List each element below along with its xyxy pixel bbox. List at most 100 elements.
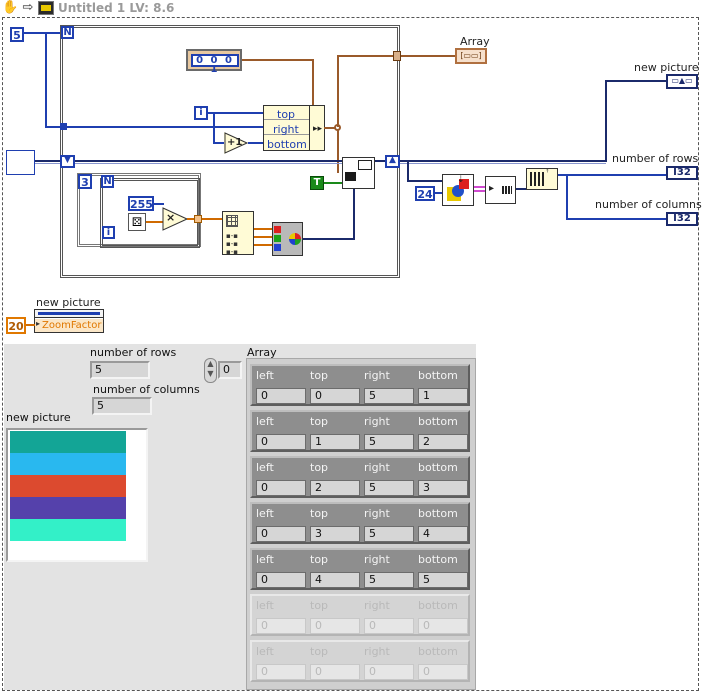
rgb-to-color-node[interactable] (272, 222, 303, 256)
cluster-right-label: right (364, 461, 390, 474)
inner-count-constant[interactable]: 3 (78, 174, 92, 189)
array-indicator-terminal[interactable]: [▭▭] (455, 48, 487, 64)
cluster-right-value: 5 (364, 526, 414, 542)
wire (66, 126, 264, 128)
rows-constant[interactable]: 5 (10, 27, 24, 42)
number-of-columns-terminal-label: number of columns (595, 198, 702, 211)
run-arrow-icon[interactable]: ⇨ (20, 1, 36, 15)
cluster-right-value: 5 (364, 388, 414, 404)
random-number-icon[interactable]: ⚄ (128, 213, 146, 231)
cluster-bottom-label: bottom (418, 369, 458, 382)
wire (605, 80, 667, 82)
wire (187, 218, 223, 220)
bundle-bottom-label: bottom (267, 138, 307, 151)
multiply-label: × (166, 211, 176, 224)
shift-register-right: ▲ (385, 155, 400, 168)
hand-icon[interactable]: ✋ (2, 1, 18, 15)
cluster-top-value: 2 (310, 480, 360, 496)
array-element-cluster: left 0 top 0 right 0 bottom 0 (250, 640, 470, 682)
bundle-right-label: right (273, 123, 299, 136)
cluster-bottom-value: 4 (418, 526, 468, 542)
cluster-right-label: right (364, 415, 390, 428)
picture-stripe (10, 453, 126, 475)
wire (154, 203, 164, 205)
array-size-node[interactable]: ꜛ (526, 168, 558, 190)
boolean-array-constant[interactable]: 0 0 0 1 (186, 49, 242, 75)
window-title: Untitled 1 LV: 8.6 (58, 1, 175, 15)
cluster-bottom-label: bottom (418, 645, 458, 658)
wire (254, 228, 274, 230)
unflatten-pixmap-node[interactable]: ▸ (485, 176, 516, 204)
wire (254, 236, 274, 238)
wire (337, 55, 397, 57)
number-of-rows-terminal-label: number of rows (612, 152, 699, 165)
cluster-top-value: 0 (310, 618, 360, 634)
cluster-left-label: left (256, 461, 274, 474)
picture-stripe (10, 475, 126, 497)
wire (45, 32, 47, 128)
cluster-bottom-label: bottom (418, 599, 458, 612)
cluster-top-value: 0 (310, 664, 360, 680)
cluster-bottom-value: 2 (418, 434, 468, 450)
cluster-left-label: left (256, 507, 274, 520)
zoom-constant[interactable]: 20 (6, 317, 26, 334)
array-element-cluster: left 0 top 1 right 5 bottom 2 (250, 410, 470, 452)
cluster-top-value: 1 (310, 434, 360, 450)
cluster-bottom-label: bottom (418, 415, 458, 428)
cluster-right-label: right (364, 599, 390, 612)
bundle-by-name-node[interactable]: top right bottom (263, 105, 311, 151)
property-node-label: new picture (36, 296, 101, 309)
cluster-left-value: 0 (256, 526, 306, 542)
cluster-left-label: left (256, 553, 274, 566)
cluster-left-value: 0 (256, 480, 306, 496)
wire (566, 174, 568, 220)
wire (312, 59, 314, 109)
bundle-top-label: top (277, 108, 296, 121)
wire (303, 238, 355, 240)
cluster-bottom-label: bottom (418, 507, 458, 520)
array-element-cluster: left 0 top 0 right 0 bottom 0 (250, 594, 470, 636)
wire (248, 142, 264, 144)
wire (208, 112, 264, 114)
new-picture-terminal[interactable]: ▭▲▭ (666, 74, 698, 89)
wire (407, 180, 443, 182)
wire (75, 163, 343, 164)
cluster-top-label: top (310, 415, 329, 428)
cluster-bottom-value: 1 (418, 388, 468, 404)
cluster-bottom-value: 5 (418, 572, 468, 588)
iteration-terminal: i (194, 106, 208, 120)
wire (75, 160, 343, 162)
increment-label: +1 (227, 137, 243, 148)
number-of-columns-indicator: 5 (92, 397, 152, 415)
wire (558, 174, 668, 176)
cluster-top-label: top (310, 369, 329, 382)
true-constant[interactable]: T (310, 176, 324, 190)
color-constant[interactable]: 255 (128, 196, 154, 211)
array-element-cluster: left 0 top 4 right 5 bottom 5 (250, 548, 470, 590)
wire (401, 55, 455, 57)
wire (353, 182, 355, 240)
cluster-right-value: 0 (364, 618, 414, 634)
build-color-array-node[interactable]: ▪-▪ ▪-▪ ▪-▪ (222, 211, 254, 256)
wire (324, 182, 344, 184)
array-index-input[interactable]: 0 (218, 361, 242, 379)
wire (242, 59, 314, 61)
number-of-rows-label: number of rows (90, 346, 177, 359)
size-constant[interactable]: 24 (415, 186, 435, 201)
cluster-left-label: left (256, 599, 274, 612)
cluster-top-label: top (310, 507, 329, 520)
draw-rectangle-node[interactable] (342, 157, 375, 189)
array-index-stepper[interactable]: ▲ ▼ (204, 358, 217, 383)
cluster-left-value: 0 (256, 664, 306, 680)
picture-to-pixmap-node[interactable]: ⇣ (442, 174, 474, 206)
array-terminal-label: Array (460, 35, 490, 48)
number-of-columns-terminal[interactable]: I32 (666, 212, 698, 226)
wire (35, 160, 61, 162)
wire (213, 112, 215, 144)
property-node[interactable]: ▸ ZoomFactor (34, 309, 104, 333)
shift-register-left: ▼ (60, 155, 75, 168)
cluster-left-value: 0 (256, 572, 306, 588)
picture-constant[interactable] (6, 150, 35, 175)
number-of-rows-terminal[interactable]: I32 (666, 166, 698, 180)
vi-icon (38, 1, 54, 15)
